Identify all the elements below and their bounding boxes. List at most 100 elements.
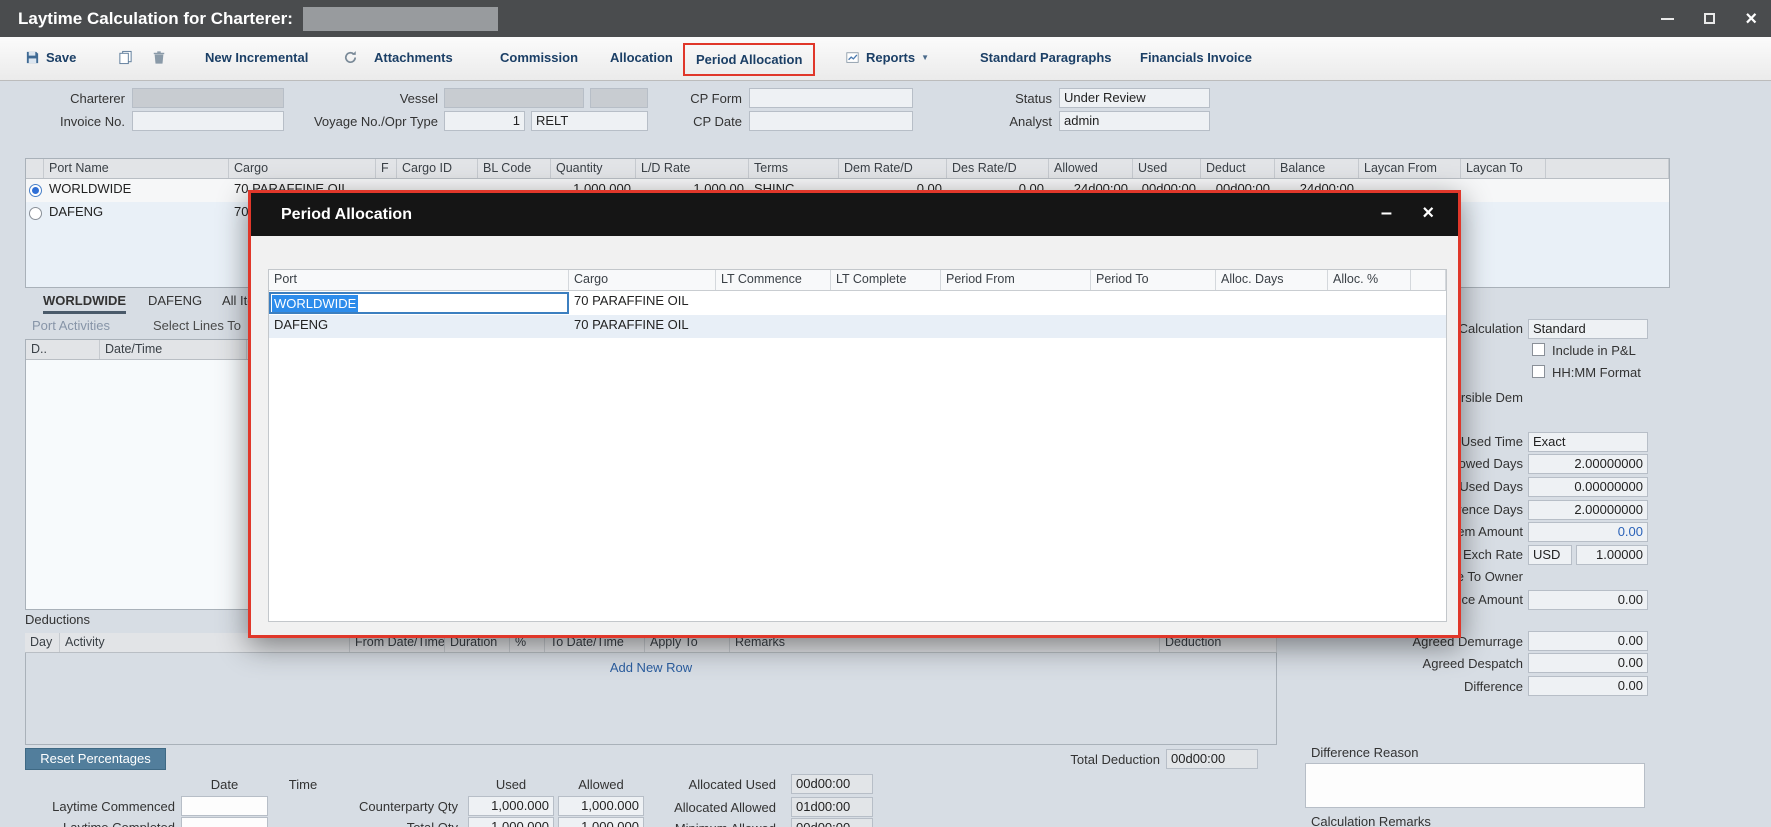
col-used[interactable]: Used [1133,159,1201,178]
time-header: Time [258,777,348,792]
tab-worldwide[interactable]: WORLDWIDE [43,293,126,314]
reports-button[interactable]: Reports ▼ [845,50,929,65]
invoice-no-field[interactable] [132,111,284,131]
difference-days-field: 2.00000000 [1528,500,1648,520]
subtab-port-activities[interactable]: Port Activities [32,318,110,333]
laytime-completed-date-field[interactable] [181,817,268,827]
analyst-field[interactable]: admin [1059,111,1210,131]
window-title: Laytime Calculation for Charterer: [18,9,293,29]
col-deduct[interactable]: Deduct [1201,159,1275,178]
calculation-field[interactable]: Standard [1528,319,1648,339]
col-f[interactable]: F [376,159,397,178]
table-row[interactable]: WORLDWIDE 70 PARAFFINE OIL [269,291,1446,315]
row-radio-selected[interactable] [29,184,42,197]
agreed-despatch-field[interactable]: 0.00 [1528,653,1648,673]
copy-button[interactable] [118,50,133,65]
cp-form-field[interactable] [749,88,913,108]
total-deduction-label: Total Deduction [1000,752,1160,767]
commission-label: Commission [500,50,578,65]
used-time-field[interactable]: Exact [1528,432,1648,452]
tab-dafeng[interactable]: DAFENG [148,293,202,308]
status-field[interactable]: Under Review [1059,88,1210,108]
financials-invoice-button[interactable]: Financials Invoice [1140,50,1252,65]
reset-percentages-button[interactable]: Reset Percentages [25,748,166,770]
allocation-label: Allocation [610,50,673,65]
col-cargo-id[interactable]: Cargo ID [397,159,478,178]
col-d[interactable]: D.. [26,340,100,359]
period-allocation-dialog: Period Allocation – × Port Cargo LT Comm… [248,190,1461,638]
new-incremental-button[interactable]: New Incremental [205,50,308,65]
cp-date-field[interactable] [749,111,913,131]
period-allocation-button[interactable]: Period Allocation [683,43,815,76]
voyage-no-field[interactable]: 1 [444,111,525,131]
difference-label: Difference [1313,679,1523,694]
exch-currency-field[interactable]: USD [1528,545,1572,565]
col-day[interactable]: Day [25,633,60,652]
col-lt-complete[interactable]: LT Complete [831,270,941,290]
save-icon [25,50,40,65]
save-label: Save [46,50,76,65]
charterer-label: Charterer [25,91,125,106]
col-period-from[interactable]: Period From [941,270,1091,290]
port-cell-editor[interactable]: WORLDWIDE [269,292,569,314]
vessel-field[interactable] [444,88,584,108]
include-pnl-checkbox[interactable] [1532,343,1545,356]
commission-button[interactable]: Commission [500,50,578,65]
col-period-to[interactable]: Period To [1091,270,1216,290]
dialog-title-bar[interactable]: Period Allocation – × [251,193,1458,236]
col-dem-rate[interactable]: Dem Rate/D [839,159,947,178]
attachments-label: Attachments [374,50,453,65]
close-icon[interactable]: × [1745,9,1757,29]
table-row[interactable]: DAFENG 70 PARAFFINE OIL [269,315,1446,338]
charterer-field[interactable] [132,88,284,108]
col-ld-rate[interactable]: L/D Rate [636,159,749,178]
total-used-field: 1,000.000 [468,817,554,827]
calculation-remarks-label: Calculation Remarks [1311,814,1431,827]
cell-port-name: DAFENG [44,202,229,225]
agreed-demurrage-field[interactable]: 0.00 [1528,631,1648,651]
col-laycan-from[interactable]: Laycan From [1359,159,1461,178]
minimum-allowed-label: Minimum Allowed [616,821,776,827]
difference-reason-textarea[interactable] [1305,763,1645,808]
add-new-row-link[interactable]: Add New Row [25,660,1277,675]
col-laycan-to[interactable]: Laycan To [1461,159,1546,178]
standard-paragraphs-button[interactable]: Standard Paragraphs [980,50,1112,65]
exch-rate-field[interactable]: 1.00000 [1576,545,1648,565]
delete-button[interactable] [152,50,166,65]
col-alloc-percent[interactable]: Alloc. % [1328,270,1411,290]
col-balance[interactable]: Balance [1275,159,1359,178]
col-des-rate[interactable]: Des Rate/D [947,159,1049,178]
cp-form-label: CP Form [602,91,742,106]
allocation-button[interactable]: Allocation [610,50,673,65]
col-quantity[interactable]: Quantity [551,159,636,178]
col-date-time[interactable]: Date/Time [100,340,247,359]
hhmm-format-checkbox[interactable] [1532,365,1545,378]
col-terms[interactable]: Terms [749,159,839,178]
deductions-title: Deductions [25,612,90,627]
dialog-minimize-icon[interactable]: – [1381,202,1392,225]
dem-amount-field: 0.00 [1528,522,1648,542]
laytime-commenced-date-field[interactable] [181,796,268,816]
col-bl-code[interactable]: BL Code [478,159,551,178]
cell-cargo: 70 PARAFFINE OIL [569,291,716,315]
row-radio[interactable] [29,207,42,220]
col-port[interactable]: Port [269,270,569,290]
subtab-select-lines[interactable]: Select Lines To [153,318,241,333]
col-alloc-days[interactable]: Alloc. Days [1216,270,1328,290]
allocated-allowed-label: Allocated Allowed [616,800,776,815]
invoice-no-label: Invoice No. [25,114,125,129]
col-cargo[interactable]: Cargo [569,270,716,290]
save-button[interactable]: Save [25,50,76,65]
counterparty-qty-label: Counterparty Qty [298,799,458,814]
col-allowed[interactable]: Allowed [1049,159,1133,178]
attachments-button[interactable]: Attachments [374,50,453,65]
minimize-icon[interactable] [1661,18,1674,20]
refresh-button[interactable] [343,50,358,65]
col-cargo[interactable]: Cargo [229,159,376,178]
cell-cargo: 70 PARAFFINE OIL [569,315,716,338]
dialog-close-icon[interactable]: × [1422,202,1434,225]
col-port-name[interactable]: Port Name [44,159,229,178]
col-lt-commence[interactable]: LT Commence [716,270,831,290]
maximize-icon[interactable] [1704,13,1715,24]
laytime-commenced-label: Laytime Commenced [15,799,175,814]
